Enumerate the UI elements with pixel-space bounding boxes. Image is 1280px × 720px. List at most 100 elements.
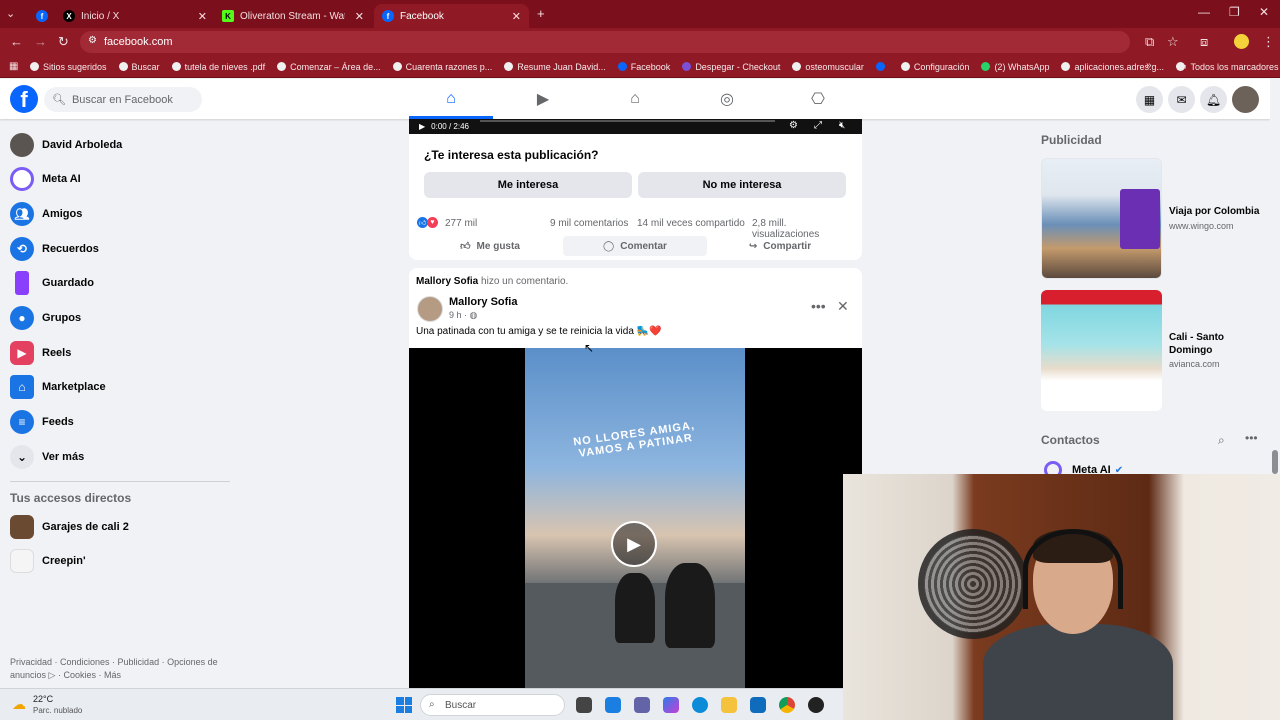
tab-x[interactable]: X Inicio / X ✕ <box>55 4 215 28</box>
search-icon[interactable]: ⌕ <box>1218 433 1225 448</box>
copilot-icon[interactable] <box>663 697 679 713</box>
post-video[interactable]: NO LLORES AMIGA, VAMOS A PATINAR ▶ <box>409 348 862 688</box>
sidebar-item-groups[interactable]: ● Grupos <box>10 301 81 335</box>
sidebar-item-memories[interactable]: ⟲ Recuerdos <box>10 232 99 266</box>
shortcut-item[interactable]: Creepin' <box>10 544 86 578</box>
bookmark-item[interactable]: Despegar - Checkout <box>682 62 780 72</box>
comment-button[interactable]: ◯ Comentar <box>563 236 707 256</box>
notifications-icon[interactable]: 🔔︎ <box>1200 86 1227 113</box>
ad-image-wingo[interactable] <box>1041 158 1162 279</box>
bookmark-item[interactable]: Comenzar – Área de... <box>277 62 381 72</box>
apps-grid-icon[interactable]: ▦ <box>9 61 18 72</box>
close-icon[interactable]: ✕ <box>837 298 849 315</box>
settings-icon[interactable]: ⚙ <box>789 120 798 131</box>
like-button[interactable]: 👍︎ Me gusta <box>417 236 563 256</box>
app-icon[interactable] <box>808 697 824 713</box>
commenter-name[interactable]: Mallory Sofia <box>416 276 478 287</box>
windows-start-icon[interactable] <box>396 697 412 713</box>
sidebar-item-friends[interactable]: 👥︎ Amigos <box>10 197 82 231</box>
facebook-logo-icon[interactable]: f <box>10 85 38 113</box>
cast-icon[interactable]: ⧉ <box>1145 34 1154 50</box>
sidebar-item-see-more[interactable]: ⌄ Ver más <box>10 440 84 474</box>
video-progress-bar[interactable] <box>480 120 775 122</box>
scroll-thumb[interactable] <box>1272 450 1278 474</box>
post-author[interactable]: Mallory Sofia <box>449 296 517 308</box>
tab-kick[interactable]: K Oliveraton Stream - Watch ✕ <box>214 4 372 28</box>
all-bookmarks[interactable]: ▭ Todos los marcadores <box>1178 61 1279 72</box>
bookmark-item[interactable]: (2) WhatsApp <box>981 62 1049 72</box>
task-view-icon[interactable] <box>576 697 592 713</box>
address-bar[interactable]: ⚙ facebook.com <box>80 31 1130 53</box>
mute-icon[interactable]: ✕ <box>355 10 364 23</box>
widgets-icon[interactable] <box>605 697 621 713</box>
close-icon[interactable]: ✕ <box>512 10 521 23</box>
bookmark-item[interactable]: Resume Juan David... <box>504 62 606 72</box>
back-icon[interactable]: ← <box>10 34 23 49</box>
not-interested-button[interactable]: No me interesa <box>638 172 846 198</box>
menu-grid-icon[interactable]: ▦ <box>1136 86 1163 113</box>
account-avatar[interactable] <box>1232 86 1259 113</box>
marketplace-icon[interactable]: ⌂ <box>615 87 655 111</box>
more-options-icon[interactable]: ••• <box>811 298 826 314</box>
ad-image-avianca[interactable] <box>1041 290 1162 411</box>
page-scrollbar[interactable] <box>1270 79 1280 474</box>
weather-desc[interactable]: Parc. nublado <box>33 706 82 715</box>
ad-title[interactable]: Cali - Santo Domingo <box>1169 331 1264 357</box>
menu-dots-icon[interactable]: ⋮ <box>1262 34 1275 50</box>
window-close-icon[interactable]: ✕ <box>1259 5 1269 19</box>
home-icon[interactable]: ⌂ <box>431 87 471 111</box>
play-icon[interactable]: ▶ <box>611 521 657 567</box>
comment-count[interactable]: 9 mil comentarios <box>550 218 628 229</box>
reaction-count[interactable]: 277 mil <box>445 218 477 229</box>
extensions-icon[interactable]: ⧈ <box>1200 34 1208 50</box>
profile-avatar[interactable] <box>1234 34 1249 49</box>
groups-icon[interactable]: ◎ <box>707 87 747 111</box>
play-icon[interactable]: ▶ <box>419 122 425 131</box>
sidebar-item-marketplace[interactable]: ⌂ Marketplace <box>10 370 106 404</box>
video-icon[interactable]: ▶︎ <box>523 87 563 111</box>
new-tab-icon[interactable]: + <box>537 6 545 21</box>
more-bookmarks-icon[interactable]: » <box>1146 60 1152 71</box>
share-count[interactable]: 14 mil veces compartido <box>637 218 745 229</box>
chrome-icon[interactable] <box>779 697 795 713</box>
more-options-icon[interactable]: ••• <box>1245 431 1258 445</box>
interested-button[interactable]: Me interesa <box>424 172 632 198</box>
gaming-icon[interactable]: ⎔ <box>798 87 838 111</box>
file-explorer-icon[interactable] <box>721 697 737 713</box>
sidebar-item-reels[interactable]: ▶︎ Reels <box>10 336 71 370</box>
weather-icon[interactable]: ☁ <box>12 696 26 713</box>
bookmark-star-icon[interactable]: ☆ <box>1167 34 1179 50</box>
fullscreen-icon[interactable]: ⤢ <box>814 120 822 131</box>
close-icon[interactable]: ✕ <box>198 10 207 23</box>
ad-title[interactable]: Viaja por Colombia <box>1169 205 1264 218</box>
weather-temp[interactable]: 22°C <box>33 694 53 704</box>
site-info-icon[interactable]: ⚙ <box>88 35 97 46</box>
tab-search-icon[interactable]: ⌄ <box>6 7 15 20</box>
edge-icon[interactable] <box>692 697 708 713</box>
outlook-icon[interactable] <box>750 697 766 713</box>
shortcut-item[interactable]: Garajes de cali 2 <box>10 510 129 544</box>
reload-icon[interactable]: ↻ <box>58 34 69 50</box>
bookmark-item[interactable]: Buscar <box>118 62 160 72</box>
bookmark-item[interactable]: Facebook <box>617 62 670 72</box>
bookmark-item[interactable]: Sitios sugeridos <box>30 62 107 72</box>
avatar[interactable] <box>417 296 443 322</box>
bookmark-item[interactable]: Configuración <box>900 62 969 72</box>
minimize-icon[interactable]: — <box>1198 5 1210 19</box>
post-time[interactable]: 9 h · ◍ <box>449 310 477 321</box>
sidebar-item-meta-ai[interactable]: Meta AI <box>10 162 81 196</box>
teams-icon[interactable] <box>634 697 650 713</box>
bookmark-item[interactable]: osteomuscular <box>792 62 864 72</box>
forward-icon[interactable]: → <box>34 34 47 49</box>
footer-links[interactable]: Privacidad · Condiciones · Publicidad · … <box>10 656 225 682</box>
share-button[interactable]: ↪ Compartir <box>707 236 853 256</box>
sidebar-item-saved[interactable]: Guardado <box>10 266 94 300</box>
tab-facebook-active[interactable]: f Facebook ✕ <box>374 4 529 28</box>
sidebar-item-feeds[interactable]: ≡ Feeds <box>10 405 74 439</box>
search-input[interactable]: 🔍︎ Buscar en Facebook <box>44 87 202 112</box>
messenger-icon[interactable]: ✉ <box>1168 86 1195 113</box>
bookmark-item[interactable]: Cuarenta razones p... <box>392 62 492 72</box>
restore-icon[interactable]: ❐ <box>1229 5 1240 19</box>
mute-icon[interactable]: 🔇︎ <box>839 120 845 131</box>
bookmark-item[interactable] <box>875 62 889 71</box>
